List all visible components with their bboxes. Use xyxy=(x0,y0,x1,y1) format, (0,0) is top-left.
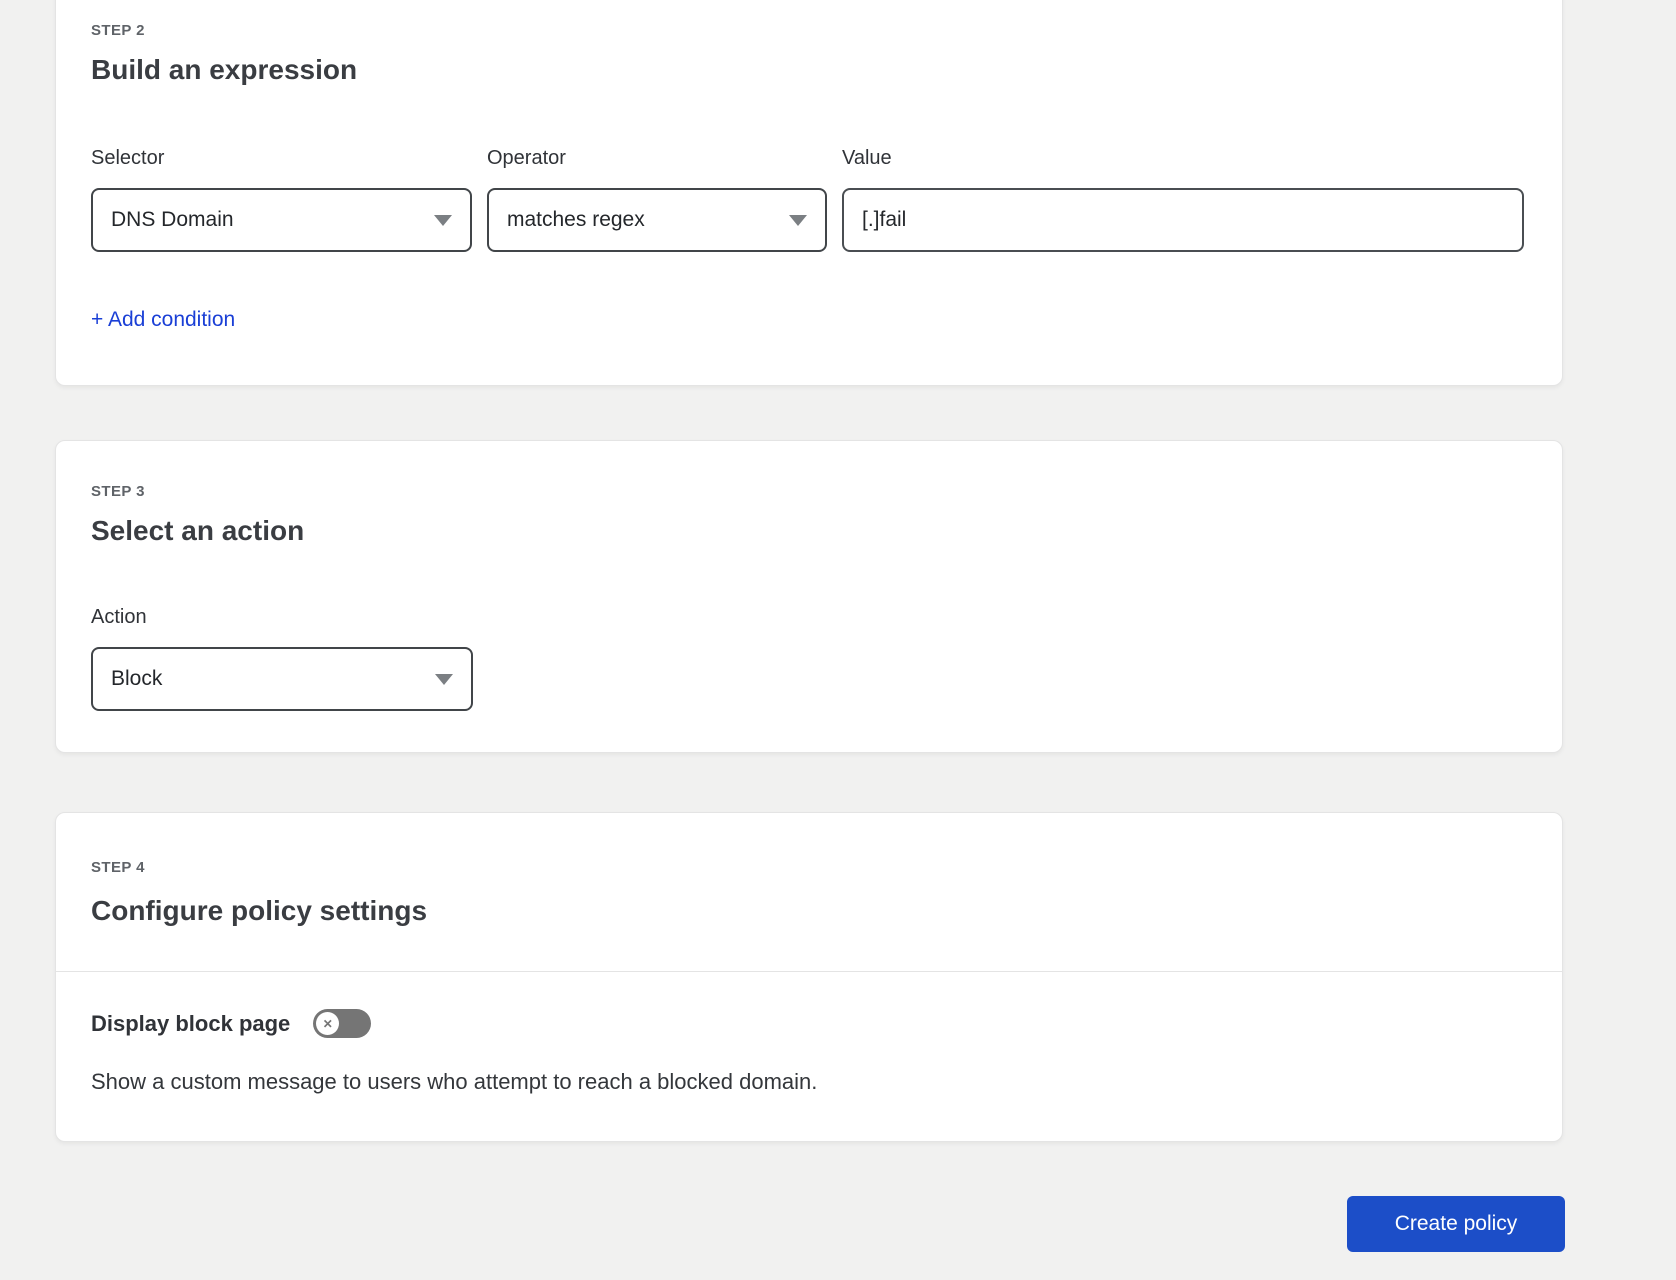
action-label: Action xyxy=(91,606,147,628)
add-condition-link[interactable]: + Add condition xyxy=(91,308,235,332)
selector-dropdown-value: DNS Domain xyxy=(111,208,234,231)
step2-label: STEP 2 xyxy=(91,22,145,39)
step2-card: STEP 2 Build an expression Selector DNS … xyxy=(55,0,1563,386)
value-label: Value xyxy=(842,147,892,169)
toggle-off-x-icon: ✕ xyxy=(316,1012,340,1035)
action-field-group: Action Block xyxy=(91,605,473,711)
display-block-page-toggle[interactable]: ✕ xyxy=(313,1009,372,1038)
chevron-down-icon xyxy=(789,214,807,226)
step4-title: Configure policy settings xyxy=(91,895,428,926)
step4-label: STEP 4 xyxy=(91,859,145,876)
operator-dropdown-value: matches regex xyxy=(507,208,645,231)
step3-label: STEP 3 xyxy=(91,483,145,500)
action-dropdown[interactable]: Block xyxy=(91,647,473,711)
value-input[interactable] xyxy=(842,188,1524,252)
operator-field-group: Operator matches regex xyxy=(487,146,827,252)
card-header-divider xyxy=(56,971,1562,972)
step3-title: Select an action xyxy=(91,515,305,546)
operator-label: Operator xyxy=(487,147,566,169)
selector-label: Selector xyxy=(91,147,165,169)
value-field-group: Value xyxy=(842,146,1524,252)
step4-card: STEP 4 Configure policy settings Display… xyxy=(55,812,1563,1142)
display-block-page-label: Display block page xyxy=(91,1010,291,1036)
step3-card: STEP 3 Select an action Action Block xyxy=(55,440,1563,753)
operator-dropdown[interactable]: matches regex xyxy=(487,188,827,252)
create-policy-button[interactable]: Create policy xyxy=(1347,1196,1565,1252)
display-block-page-row: Display block page ✕ xyxy=(91,1009,372,1038)
create-policy-page: STEP 2 Build an expression Selector DNS … xyxy=(0,0,1676,1280)
chevron-down-icon xyxy=(434,214,452,226)
step2-title: Build an expression xyxy=(91,54,358,85)
action-dropdown-value: Block xyxy=(111,667,163,690)
selector-dropdown[interactable]: DNS Domain xyxy=(91,188,472,252)
chevron-down-icon xyxy=(435,673,453,685)
display-block-page-description: Show a custom message to users who attem… xyxy=(91,1069,818,1094)
selector-field-group: Selector DNS Domain xyxy=(91,146,472,252)
